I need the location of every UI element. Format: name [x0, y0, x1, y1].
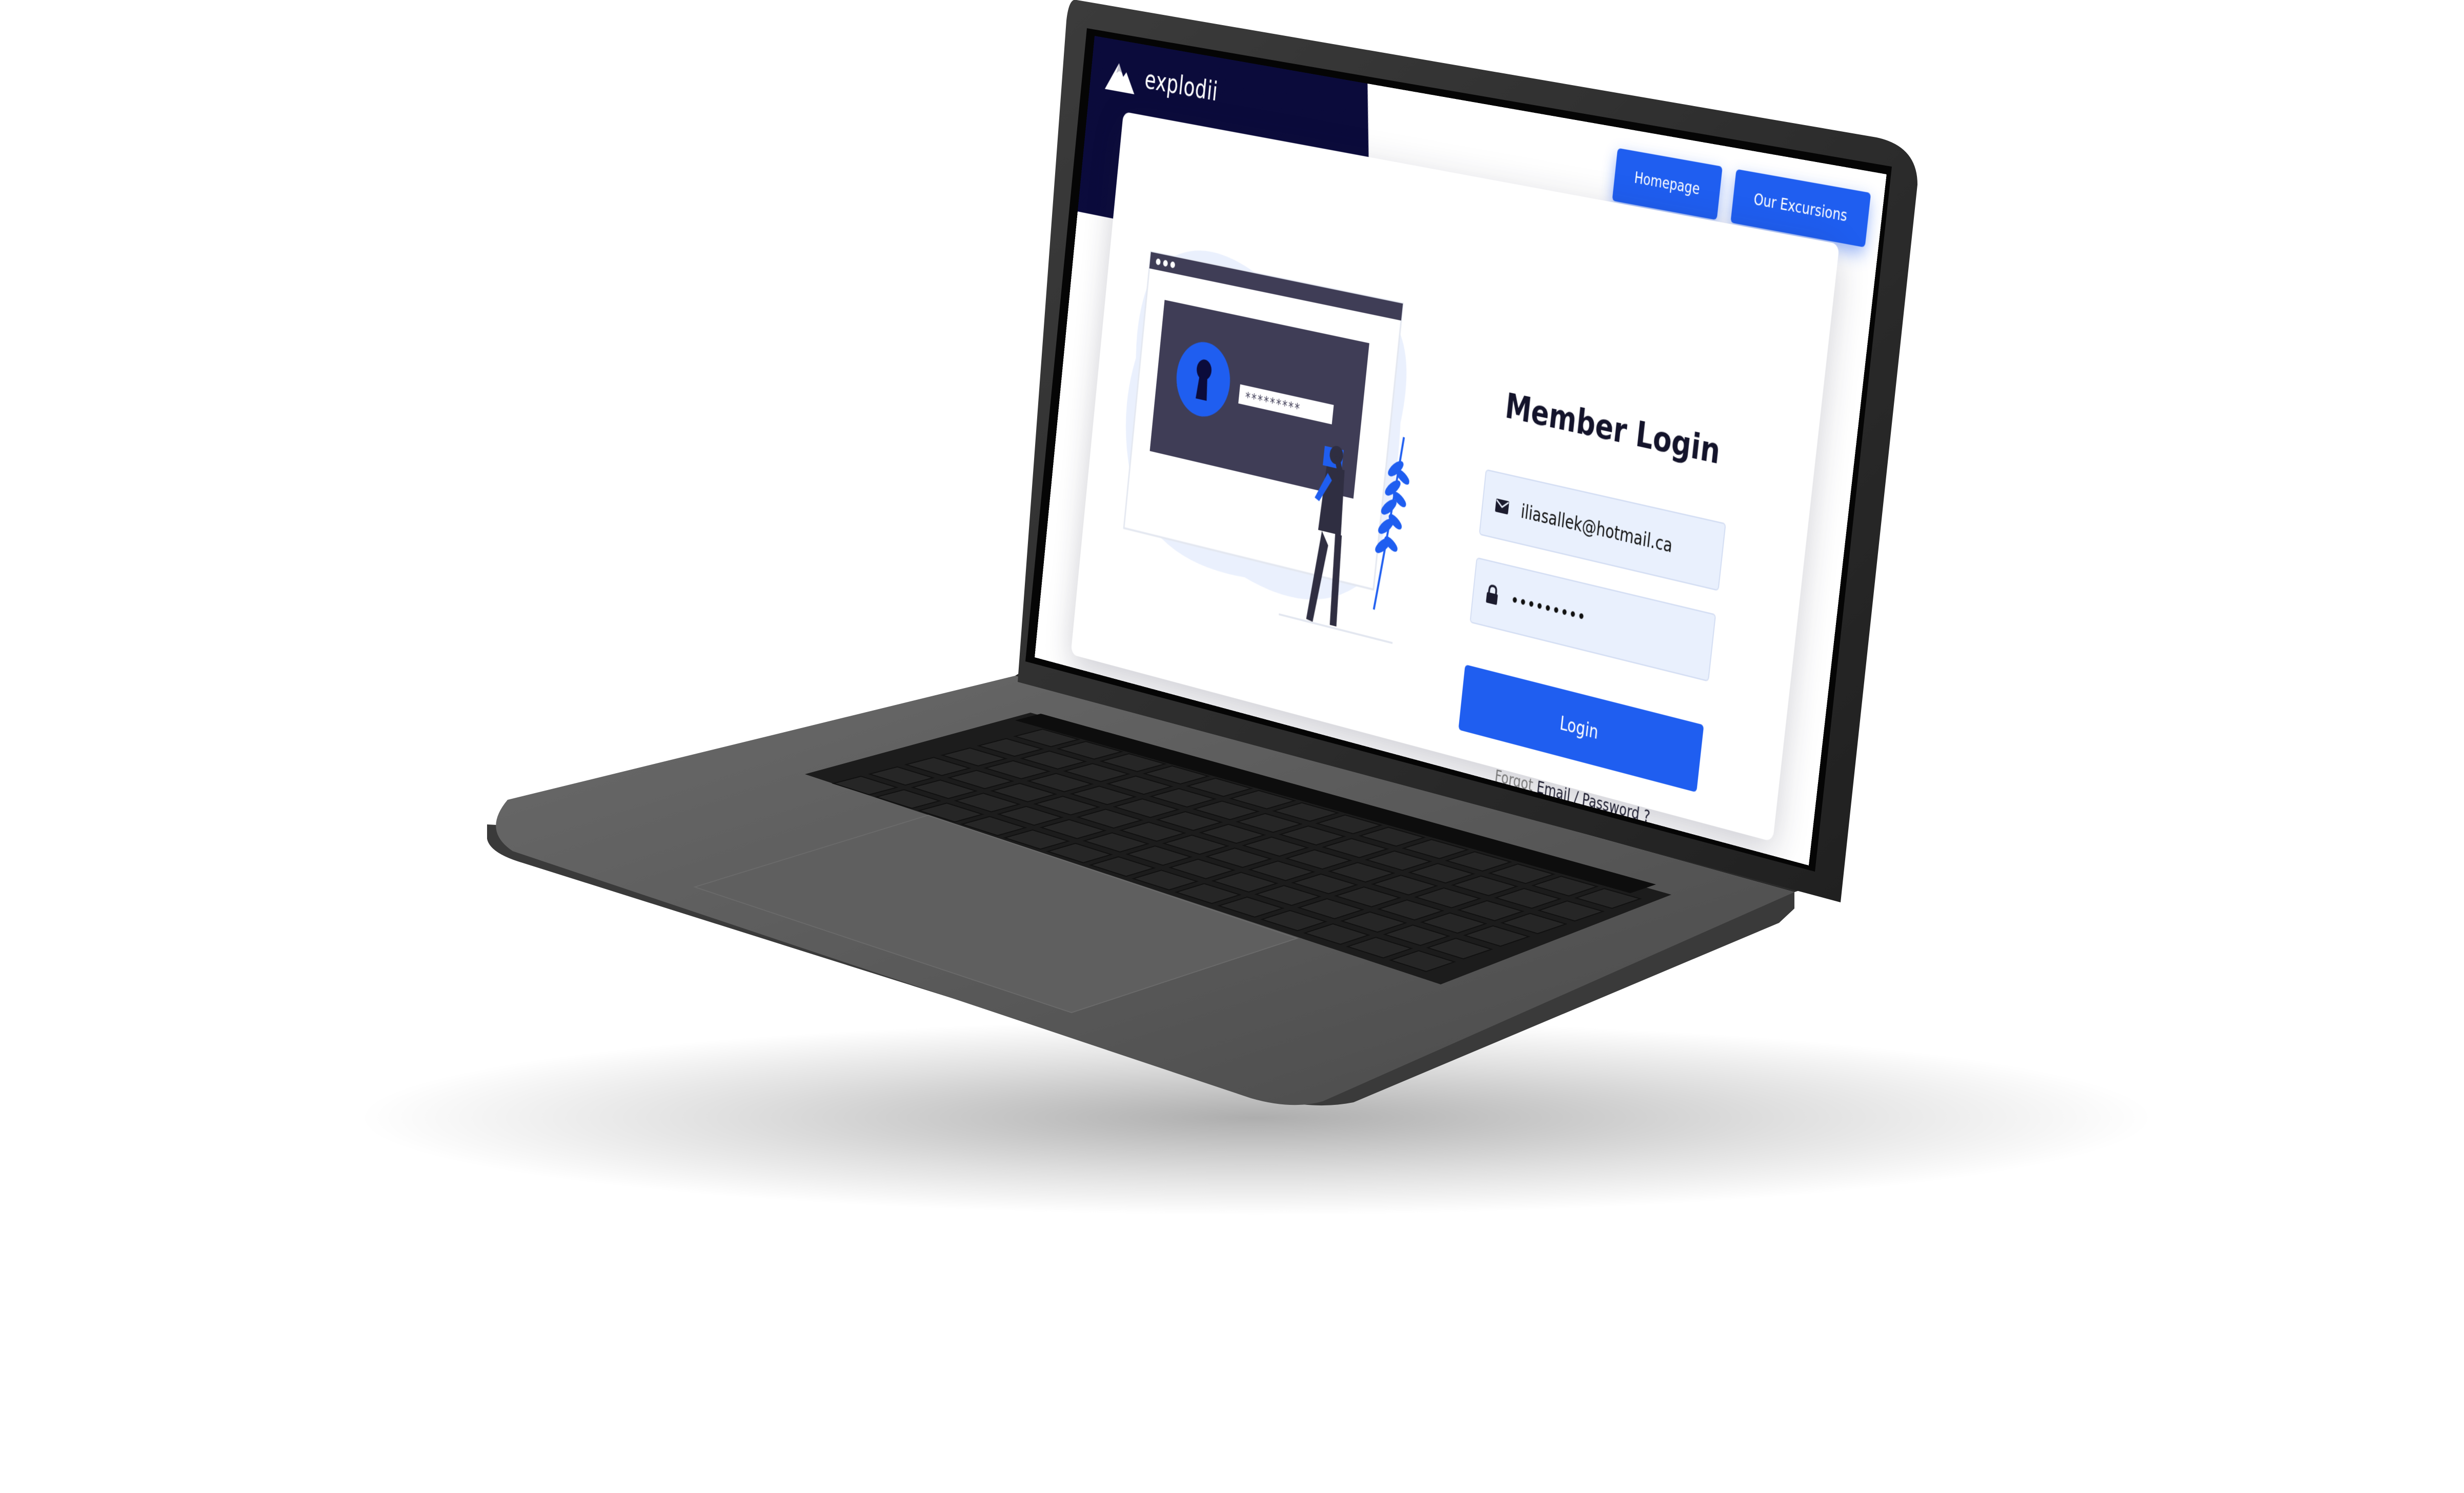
lock-icon [1485, 583, 1500, 606]
mountain-icon [1104, 55, 1139, 96]
password-input[interactable] [1508, 587, 1700, 657]
email-input[interactable] [1519, 499, 1710, 566]
login-form: Member Login iliasallek@hotmail.ca •••••… [1453, 384, 1735, 838]
envelope-icon [1494, 498, 1510, 516]
security-illustration: ********* [1112, 238, 1416, 644]
stage: MacBook Pro explodii Homepage Our Excurs… [0, 0, 2464, 1493]
login-title: Member Login [1503, 386, 1723, 473]
